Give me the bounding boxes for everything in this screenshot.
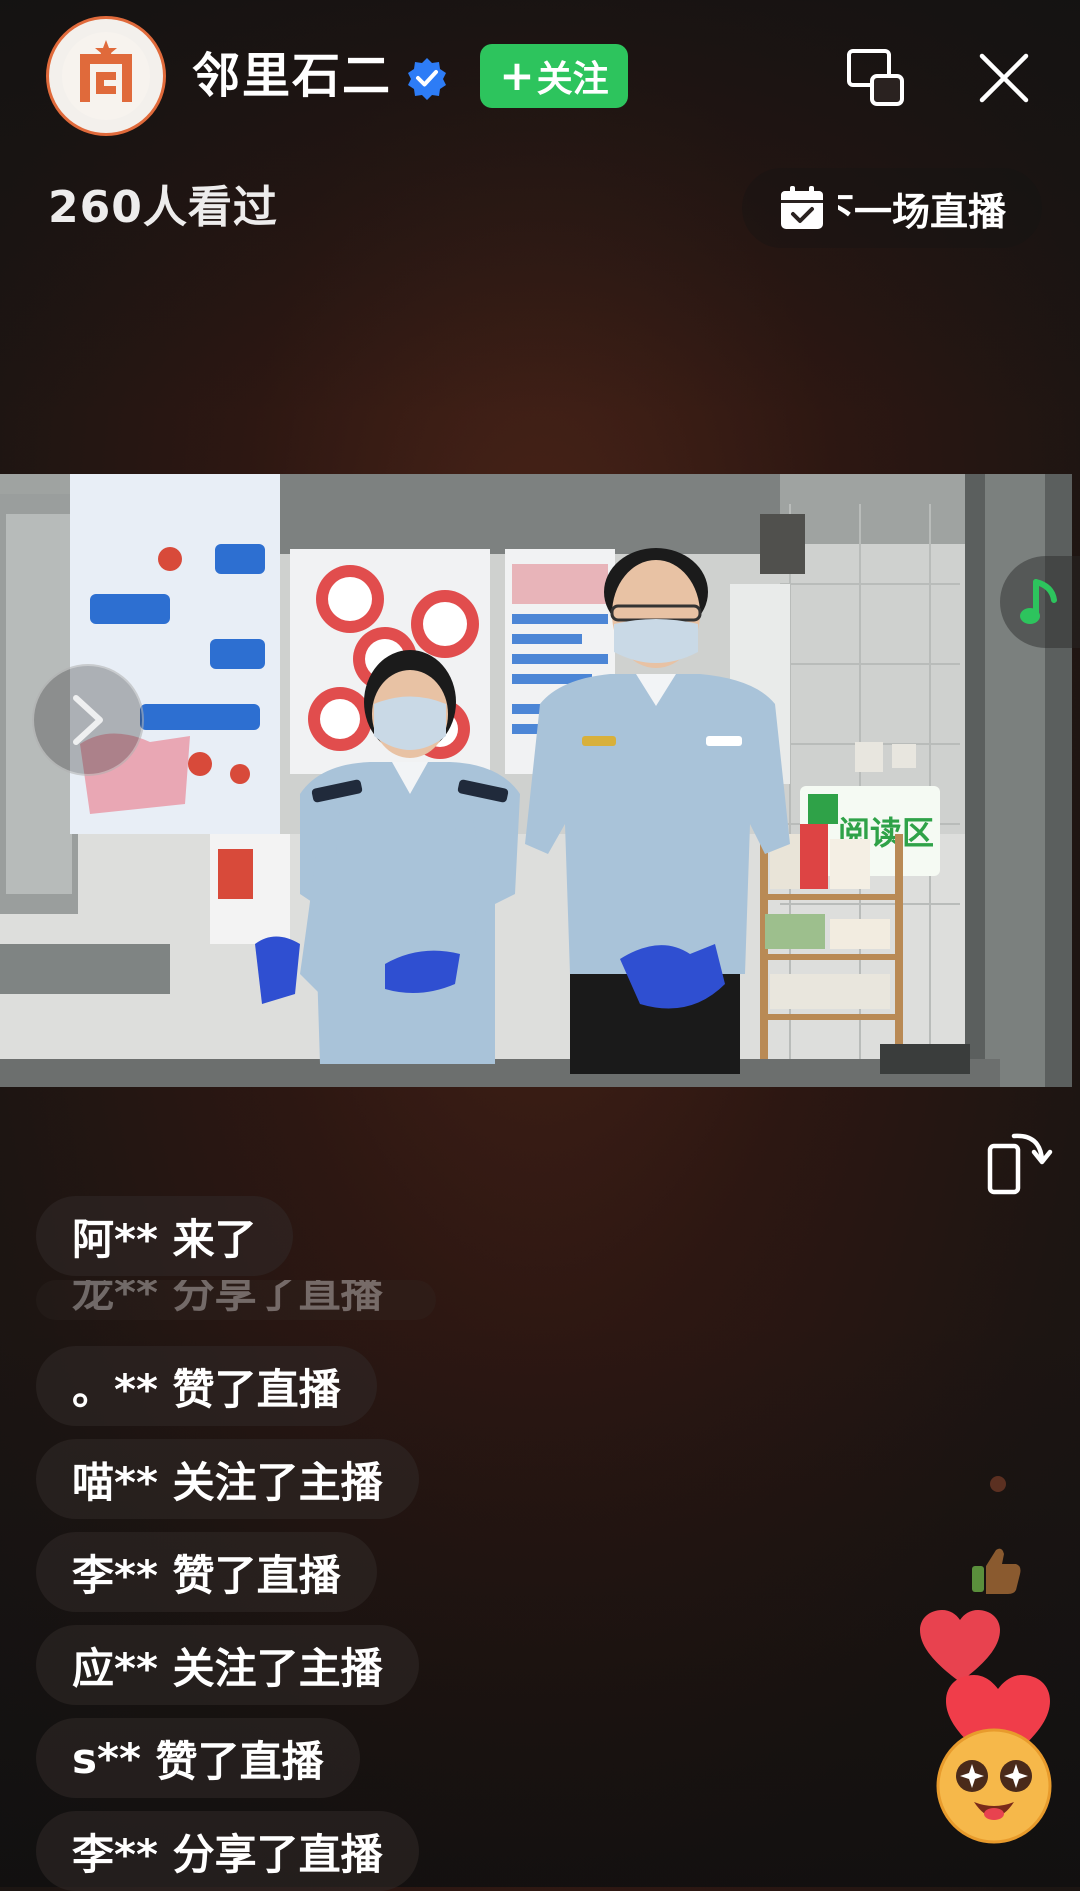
- picture-in-picture-icon[interactable]: [846, 48, 906, 108]
- chevron-right-icon: [73, 695, 103, 745]
- follow-label: 关注: [536, 59, 609, 100]
- floating-reactions: [920, 1476, 1052, 1844]
- verified-icon: [408, 58, 446, 100]
- anchor-name[interactable]: 邻里石二: [192, 44, 392, 108]
- comment-item: 应** 关注了主播: [36, 1625, 419, 1705]
- comment-action: 赞了直播: [172, 1364, 341, 1414]
- live-video[interactable]: 阅读区: [0, 474, 1072, 1087]
- comment-item: 龙** 分享了直播: [36, 1280, 436, 1320]
- video-scene: 阅读区: [0, 474, 1072, 1087]
- comment-user: 李**: [72, 1829, 158, 1879]
- comment-user: 应**: [72, 1643, 158, 1693]
- starry-eyes-emoji-icon: [936, 1728, 1052, 1844]
- comment-action: 关注了主播: [172, 1457, 383, 1507]
- music-note-icon: [1020, 579, 1057, 624]
- comment-user: 喵**: [72, 1457, 158, 1507]
- reaction-dot-icon: [990, 1476, 1006, 1492]
- next-live-button[interactable]: 下一场直播: [742, 168, 1042, 248]
- calendar-icon: [781, 186, 823, 229]
- comment-user: 李**: [72, 1550, 158, 1600]
- comment-item: 阿** 来了: [36, 1196, 293, 1276]
- viewer-count: 260人看过: [48, 182, 278, 233]
- close-icon[interactable]: [978, 52, 1030, 104]
- comment-item: 李** 赞了直播: [36, 1532, 377, 1612]
- comment-action: 分享了直播: [172, 1280, 383, 1317]
- comment-action: 关注了主播: [172, 1643, 383, 1693]
- comment-action: 分享了直播: [172, 1829, 383, 1879]
- follow-button[interactable]: + 关注: [480, 44, 628, 108]
- comment-action: 赞了直播: [155, 1736, 324, 1786]
- anchor-avatar[interactable]: [46, 16, 166, 136]
- comment-user: 龙**: [72, 1280, 158, 1317]
- comment-item: 李** 分享了直播: [36, 1811, 419, 1891]
- plus-icon: +: [499, 51, 535, 100]
- comment-user: s**: [72, 1733, 141, 1783]
- heart-icon: [920, 1610, 1000, 1682]
- comment-item: s** 赞了直播: [36, 1718, 360, 1798]
- rotate-screen-icon[interactable]: [982, 1126, 1054, 1198]
- comment-action: 来了: [172, 1214, 257, 1264]
- comment-user: 阿**: [72, 1214, 158, 1264]
- thumbs-up-icon: [972, 1548, 1021, 1594]
- comment-action: 赞了直播: [172, 1550, 341, 1600]
- avatar-logo-icon: [62, 32, 150, 120]
- comment-item: 喵** 关注了主播: [36, 1439, 419, 1519]
- comment-item: 。** 赞了直播: [36, 1346, 377, 1426]
- comment-user: 。**: [72, 1364, 158, 1414]
- video-nav-button[interactable]: [32, 664, 144, 776]
- next-live-label: 下一场直播: [838, 189, 1006, 234]
